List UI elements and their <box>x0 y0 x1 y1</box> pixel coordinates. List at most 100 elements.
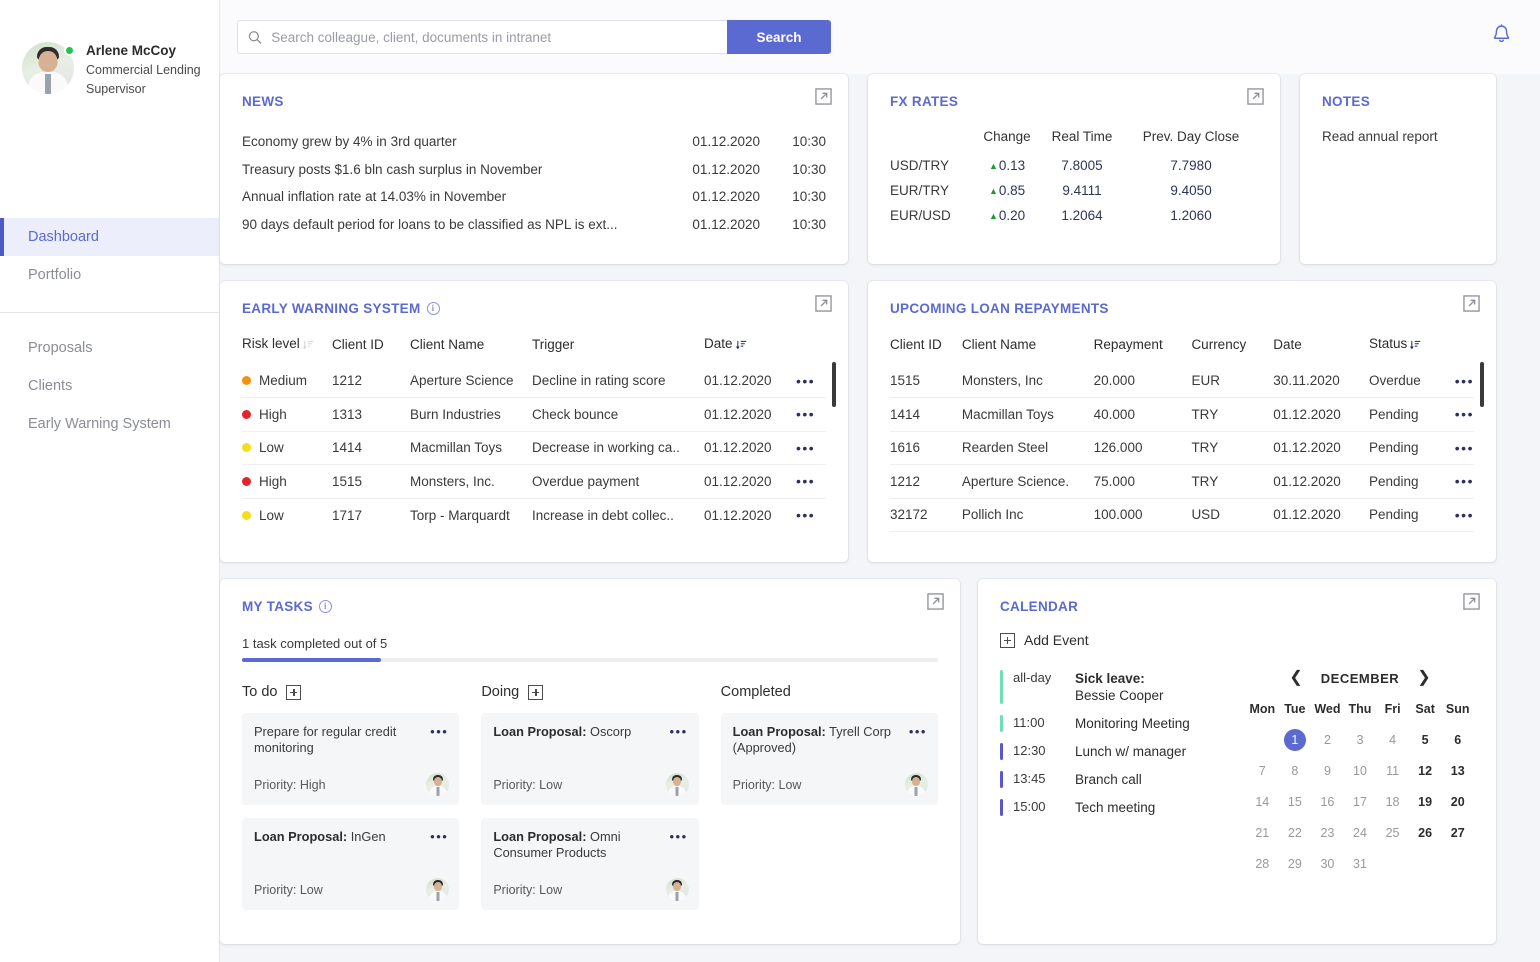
task-card[interactable]: Loan Proposal: Tyrell Corp (Approved) ••… <box>720 713 938 805</box>
row-actions-button[interactable]: ••• <box>796 397 826 431</box>
sidebar-item-proposals[interactable]: Proposals <box>0 329 219 367</box>
calendar-day[interactable]: 21 <box>1246 822 1279 844</box>
info-icon[interactable]: i <box>318 600 332 613</box>
task-actions-button[interactable]: ••• <box>909 724 927 739</box>
calendar-day[interactable]: 29 <box>1279 853 1312 875</box>
table-row[interactable]: Medium 1212 Aperture Science Decline in … <box>242 364 826 398</box>
task-card[interactable]: Loan Proposal: Oscorp ••• Priority: Low <box>481 713 699 805</box>
calendar-day[interactable]: 26 <box>1409 822 1442 844</box>
table-row[interactable]: 1212 Aperture Science. 75.000 TRY 01.12.… <box>890 464 1474 498</box>
table-row[interactable]: High 1515 Monsters, Inc. Overdue payment… <box>242 464 826 498</box>
calendar-event[interactable]: 15:00 Tech meeting <box>1000 799 1232 816</box>
calendar-day[interactable]: 24 <box>1344 822 1377 844</box>
news-row[interactable]: 90 days default period for loans to be c… <box>242 211 826 239</box>
row-actions-button[interactable]: ••• <box>1454 430 1474 465</box>
table-row[interactable]: Low 1717 Torp - Marquardt Increase in de… <box>242 497 826 532</box>
search-input[interactable] <box>271 29 717 45</box>
calendar-day[interactable]: 16 <box>1311 791 1344 813</box>
row-actions-button[interactable]: ••• <box>796 497 826 532</box>
task-actions-button[interactable]: ••• <box>670 724 688 739</box>
open-ulr-external-link-icon[interactable] <box>1463 295 1480 317</box>
task-actions-button[interactable]: ••• <box>430 829 448 844</box>
sort-icon[interactable] <box>1410 338 1421 353</box>
calendar-day[interactable]: 20 <box>1441 791 1474 813</box>
open-tasks-external-link-icon[interactable] <box>927 593 944 615</box>
calendar-day-selected[interactable]: 1 <box>1283 729 1306 751</box>
sidebar-item-clients[interactable]: Clients <box>0 367 219 405</box>
task-card[interactable]: Loan Proposal: InGen ••• Priority: Low <box>242 818 460 910</box>
table-row[interactable]: EUR/TRY ▲0.85 9.4111 9.4050 <box>890 178 1258 203</box>
calendar-day[interactable]: 30 <box>1311 853 1344 875</box>
row-actions-button[interactable]: ••• <box>1454 397 1474 431</box>
sidebar-item-dashboard[interactable]: Dashboard <box>0 218 219 256</box>
task-card[interactable]: Loan Proposal: Omni Consumer Products ••… <box>481 818 699 910</box>
calendar-day[interactable]: 25 <box>1376 822 1409 844</box>
row-actions-button[interactable]: ••• <box>796 430 826 465</box>
calendar-day[interactable]: 19 <box>1409 791 1442 813</box>
calendar-day[interactable]: 11 <box>1376 760 1409 782</box>
calendar-event[interactable]: 13:45 Branch call <box>1000 771 1232 788</box>
row-actions-button[interactable]: ••• <box>1455 364 1474 398</box>
ews-scrollbar-thumb[interactable] <box>832 362 836 407</box>
table-row[interactable]: 1515 Monsters, Inc 20.000 EUR 30.11.2020… <box>890 364 1474 398</box>
table-row[interactable]: 32172 Pollich Inc 100.000 USD 01.12.2020… <box>890 497 1474 532</box>
calendar-day[interactable]: 14 <box>1246 791 1279 813</box>
news-row[interactable]: Treasury posts $1.6 bln cash surplus in … <box>242 156 826 184</box>
open-news-external-link-icon[interactable] <box>815 88 832 110</box>
task-card[interactable]: Prepare for regular credit monitoring ••… <box>242 713 460 805</box>
info-icon[interactable]: i <box>426 302 440 315</box>
search-box[interactable] <box>237 20 727 54</box>
calendar-day[interactable]: 23 <box>1311 822 1344 844</box>
calendar-day[interactable]: 17 <box>1344 791 1377 813</box>
calendar-day[interactable]: 5 <box>1409 729 1442 751</box>
add-task-todo-icon[interactable] <box>286 684 302 700</box>
calendar-event[interactable]: 11:00 Monitoring Meeting <box>1000 715 1232 732</box>
sidebar-item-portfolio[interactable]: Portfolio <box>0 256 219 294</box>
table-row[interactable]: 1414 Macmillan Toys 40.000 TRY 01.12.202… <box>890 397 1474 431</box>
search-button[interactable]: Search <box>727 20 831 54</box>
table-row[interactable]: EUR/USD ▲0.20 1.2064 1.2060 <box>890 203 1258 228</box>
open-fx-external-link-icon[interactable] <box>1247 88 1264 110</box>
row-actions-button[interactable]: ••• <box>1454 497 1474 532</box>
calendar-day[interactable]: 7 <box>1246 760 1279 782</box>
calendar-day[interactable]: 10 <box>1344 760 1377 782</box>
task-actions-button[interactable]: ••• <box>670 829 688 844</box>
calendar-day[interactable]: 31 <box>1344 853 1377 875</box>
news-row[interactable]: Economy grew by 4% in 3rd quarter 01.12.… <box>242 128 826 156</box>
calendar-day[interactable]: 8 <box>1279 760 1312 782</box>
calendar-day[interactable]: 9 <box>1311 760 1344 782</box>
calendar-day[interactable]: 6 <box>1441 729 1474 751</box>
task-actions-button[interactable]: ••• <box>430 724 448 739</box>
calendar-day[interactable]: 2 <box>1311 729 1344 751</box>
notes-body[interactable]: Read annual report <box>1322 129 1474 144</box>
add-event-button[interactable]: Add Event <box>1000 632 1474 648</box>
table-row[interactable]: High 1313 Burn Industries Check bounce 0… <box>242 397 826 431</box>
calendar-day[interactable]: 4 <box>1376 729 1409 751</box>
row-actions-button[interactable]: ••• <box>796 464 826 498</box>
notification-bell-icon[interactable] <box>1491 23 1512 51</box>
row-actions-button[interactable]: ••• <box>1454 464 1474 498</box>
sidebar-item-early-warning-system[interactable]: Early Warning System <box>0 405 219 443</box>
table-row[interactable]: Low 1414 Macmillan Toys Decrease in work… <box>242 430 826 465</box>
add-task-doing-icon[interactable] <box>528 684 544 700</box>
news-row[interactable]: Annual inflation rate at 14.03% in Novem… <box>242 183 826 211</box>
calendar-day[interactable]: 3 <box>1344 729 1377 751</box>
calendar-event[interactable]: 12:30 Lunch w/ manager <box>1000 743 1232 760</box>
table-row[interactable]: 1616 Rearden Steel 126.000 TRY 01.12.202… <box>890 430 1474 465</box>
chevron-right-icon[interactable]: ❯ <box>1417 670 1430 686</box>
ulr-scrollbar-thumb[interactable] <box>1480 362 1484 407</box>
sort-icon[interactable] <box>302 338 314 353</box>
calendar-day[interactable]: 12 <box>1409 760 1442 782</box>
calendar-day[interactable]: 28 <box>1246 853 1279 875</box>
row-actions-button[interactable]: ••• <box>796 364 826 398</box>
calendar-event[interactable]: all-day Sick leave: Bessie Cooper <box>1000 670 1232 704</box>
sort-icon[interactable] <box>735 338 747 353</box>
calendar-day[interactable]: 18 <box>1376 791 1409 813</box>
table-row[interactable]: USD/TRY ▲0.13 7.8005 7.7980 <box>890 153 1258 178</box>
open-calendar-external-link-icon[interactable] <box>1463 593 1480 615</box>
open-ews-external-link-icon[interactable] <box>815 295 832 317</box>
chevron-left-icon[interactable]: ❮ <box>1289 670 1302 686</box>
calendar-day[interactable]: 22 <box>1279 822 1312 844</box>
calendar-day[interactable]: 15 <box>1279 791 1312 813</box>
calendar-day[interactable]: 13 <box>1441 760 1474 782</box>
